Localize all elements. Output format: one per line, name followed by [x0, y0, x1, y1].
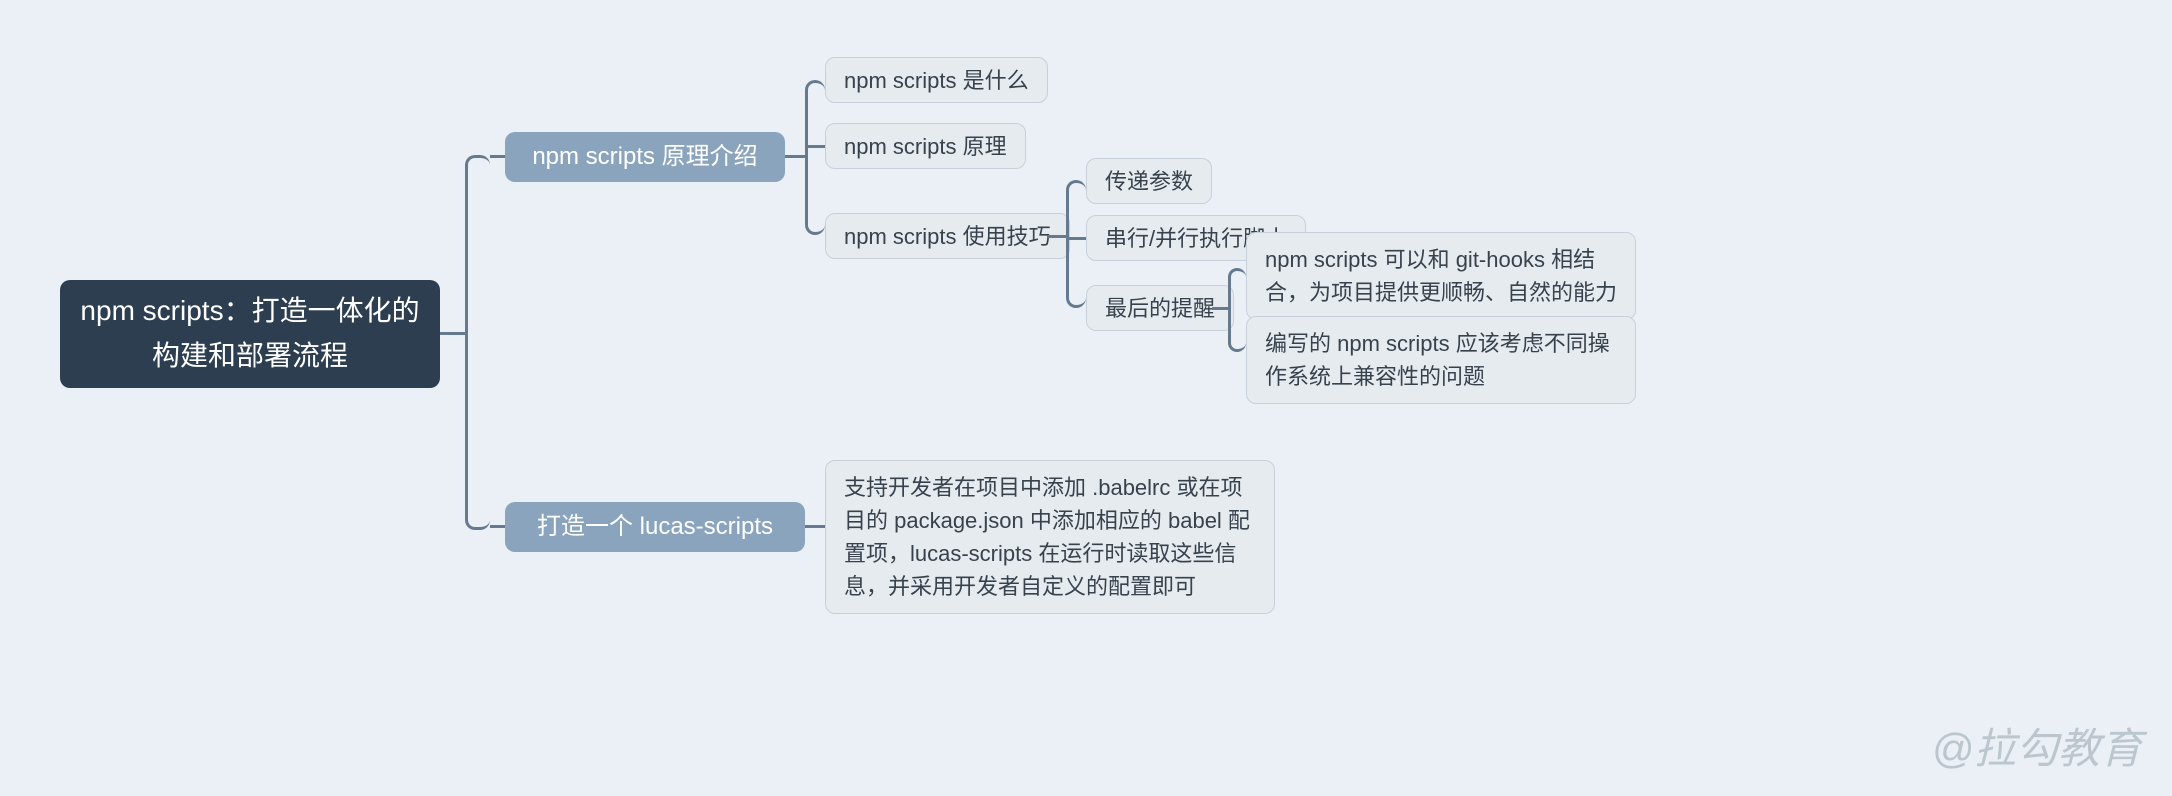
root-label: npm scripts：打造一体化的构建和部署流程 — [78, 289, 422, 379]
leaf-lucas-desc: 支持开发者在项目中添加 .babelrc 或在项目的 package.json … — [825, 460, 1275, 614]
conn-g3-out — [1212, 307, 1228, 310]
leaf-t2-text: 编写的 npm scripts 应该考虑不同操作系统上兼容性的问题 — [1265, 327, 1617, 393]
leaf-g1-text: 传递参数 — [1105, 165, 1193, 198]
conn-c3-split — [1066, 180, 1086, 308]
conn-root-out — [440, 332, 465, 335]
conn-g3-split — [1228, 268, 1246, 352]
watermark-text: @拉勾教育 — [1931, 725, 2142, 772]
leaf-pass-args: 传递参数 — [1086, 158, 1212, 204]
leaf-lucas-text: 支持开发者在项目中添加 .babelrc 或在项目的 package.json … — [844, 471, 1256, 603]
leaf-c1-text: npm scripts 是什么 — [844, 64, 1029, 97]
conn-b1-mid — [805, 145, 825, 148]
leaf-npm-scripts-tips: npm scripts 使用技巧 — [825, 213, 1070, 259]
leaf-c3-text: npm scripts 使用技巧 — [844, 220, 1051, 253]
conn-b2-in — [490, 525, 505, 528]
branch-principles-label: npm scripts 原理介绍 — [532, 139, 757, 175]
leaf-os-compat: 编写的 npm scripts 应该考虑不同操作系统上兼容性的问题 — [1246, 316, 1636, 404]
branch-principles: npm scripts 原理介绍 — [505, 132, 785, 182]
leaf-t1-text: npm scripts 可以和 git-hooks 相结合，为项目提供更顺畅、自… — [1265, 243, 1617, 309]
branch-lucas-label: 打造一个 lucas-scripts — [537, 509, 773, 545]
conn-b2-out — [805, 525, 825, 528]
branch-lucas-scripts: 打造一个 lucas-scripts — [505, 502, 805, 552]
leaf-what-is-npm-scripts: npm scripts 是什么 — [825, 57, 1048, 103]
leaf-c2-text: npm scripts 原理 — [844, 130, 1007, 163]
conn-root-split — [465, 155, 490, 530]
watermark: @拉勾教育 — [1931, 715, 2142, 776]
leaf-g3-text: 最后的提醒 — [1105, 292, 1215, 325]
conn-c3-out — [1048, 235, 1066, 238]
leaf-git-hooks: npm scripts 可以和 git-hooks 相结合，为项目提供更顺畅、自… — [1246, 232, 1636, 320]
conn-b1-out — [785, 155, 805, 158]
conn-b1-in — [490, 155, 505, 158]
conn-c3-mid — [1066, 237, 1086, 240]
root-node: npm scripts：打造一体化的构建和部署流程 — [60, 280, 440, 388]
leaf-npm-scripts-principle: npm scripts 原理 — [825, 123, 1026, 169]
conn-b1-split — [805, 80, 825, 235]
